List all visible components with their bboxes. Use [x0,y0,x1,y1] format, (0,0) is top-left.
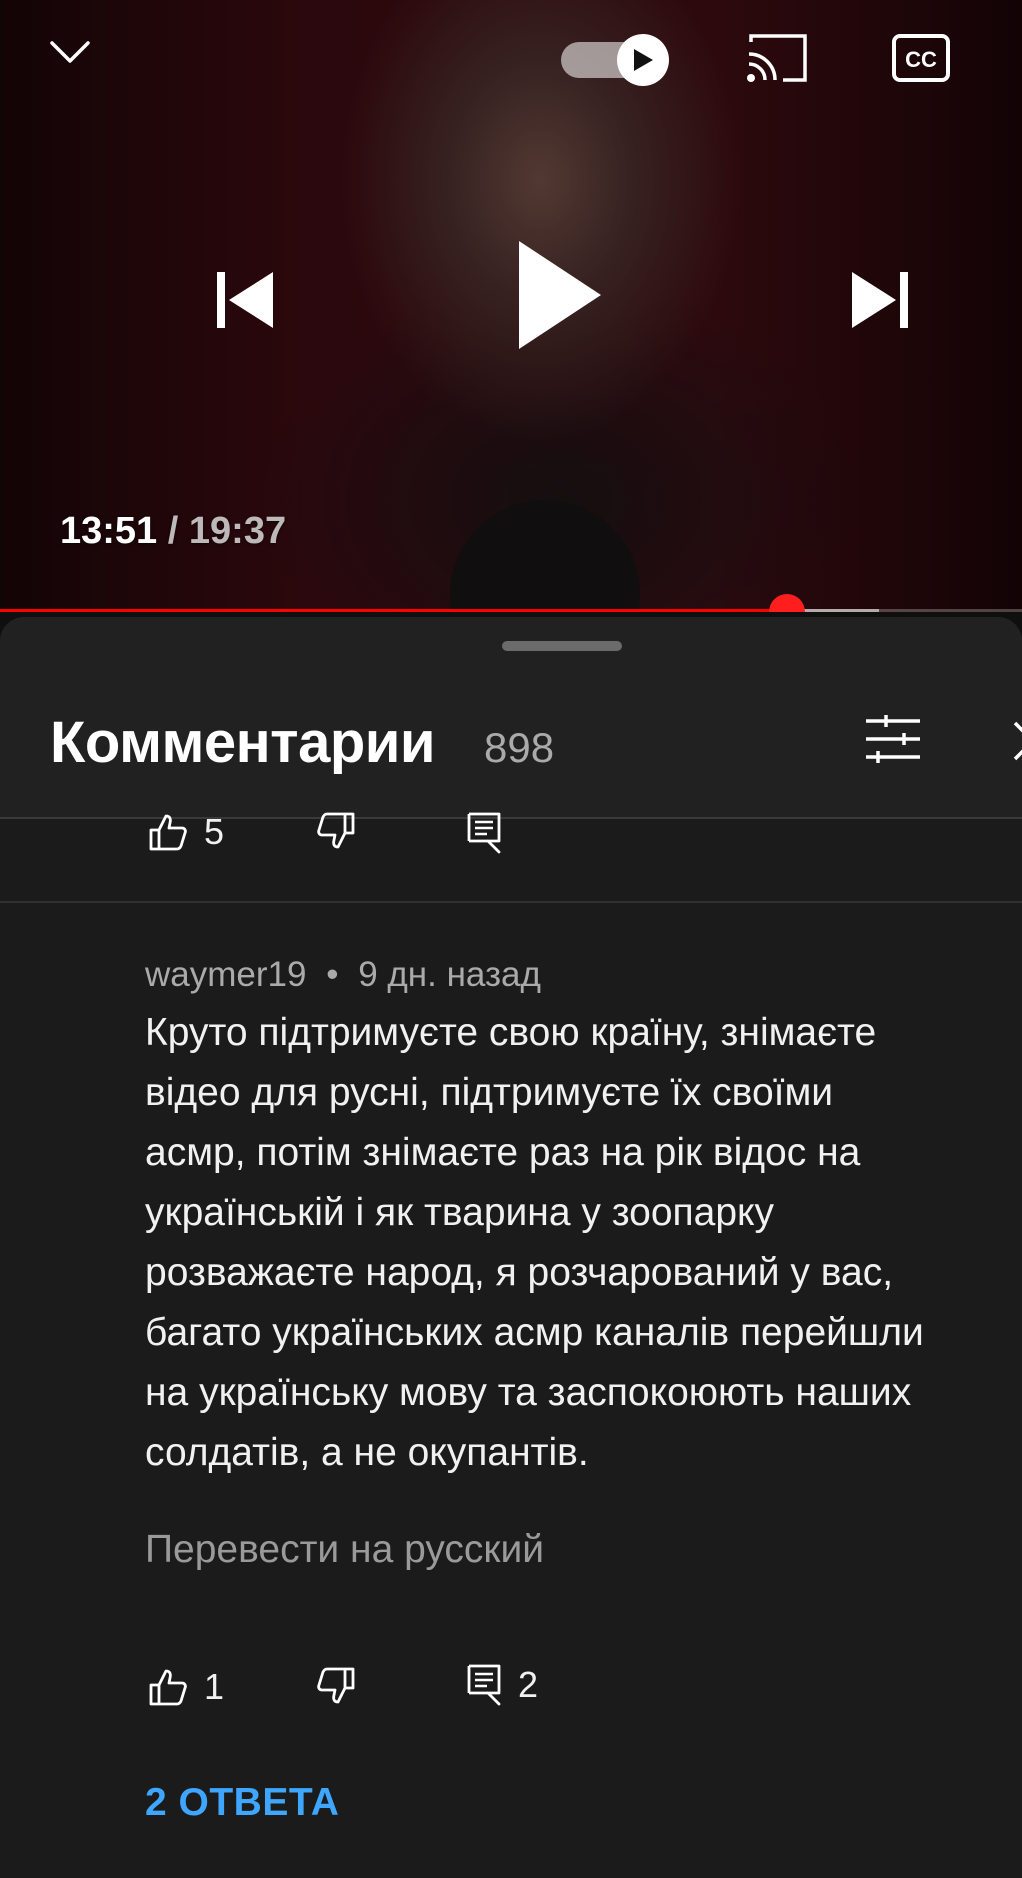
meta-separator: • [326,955,339,994]
comments-title: Комментарии [50,710,436,775]
chevron-down-icon [50,41,90,63]
dislike-button[interactable] [316,811,356,851]
played-bar [0,609,787,612]
thumbs-up-icon [149,1669,187,1706]
comment-icon [467,1664,501,1706]
next-video-button[interactable] [840,260,920,340]
collapse-player-button[interactable] [40,28,100,76]
reply-button[interactable]: 2 [466,1663,538,1707]
previous-video-button[interactable] [205,260,285,340]
cast-icon [747,34,807,82]
translate-link[interactable]: Перевести на русский [145,1528,544,1572]
like-button[interactable]: 5 [148,811,224,853]
thumbs-up-icon [149,814,187,851]
skip-next-icon [852,272,908,328]
comment-text: Круто підтримуєте свою країну, знімаєте … [145,1011,924,1474]
close-comments-button[interactable] [1005,713,1022,769]
time-display: 13:51 / 19:37 [60,510,286,553]
close-icon [1013,721,1022,761]
thumbs-down-icon [317,812,355,849]
comments-count: 898 [484,724,555,771]
video-player[interactable]: CC 13:51 / 19:37 [0,0,1022,612]
reply-button[interactable] [466,811,502,855]
sliders-icon [866,715,920,763]
comment-time: 9 дн. назад [358,955,541,994]
like-count: 1 [204,1666,225,1707]
thumbs-down-icon [317,1667,355,1704]
video-duration: 19:37 [188,510,287,552]
progress-bar[interactable] [0,594,1022,612]
autoplay-toggle-knob [617,34,669,86]
comment-author[interactable]: waymer19 [145,955,306,994]
comment-icon [467,812,501,854]
play-button[interactable] [505,230,615,360]
svg-text:CC: CC [905,47,937,72]
comments-header: Комментарии 898 [0,617,1022,819]
play-icon [519,241,601,349]
sort-comments-button[interactable] [864,713,928,769]
time-separator: / [167,510,179,552]
drag-handle[interactable] [502,641,622,651]
reply-count: 2 [518,1664,539,1705]
autoplay-toggle[interactable] [561,34,669,86]
cc-icon: CC [892,34,950,82]
play-icon [634,49,653,71]
view-replies-link[interactable]: 2 ОТВЕТА [145,1781,339,1825]
comment-meta: waymer19 • 9 дн. назад [145,955,541,995]
dislike-button[interactable] [316,1666,356,1706]
current-time: 13:51 [60,510,158,552]
captions-button[interactable]: CC [890,30,952,86]
cast-button[interactable] [742,30,812,86]
like-button[interactable]: 1 [148,1666,224,1708]
previous-comment-actions: 5 [0,811,1022,903]
like-count: 5 [204,811,225,852]
skip-previous-icon [217,272,273,328]
comments-panel: Комментарии 898 5 waymer19 • 9 дн. назад… [0,617,1022,1878]
